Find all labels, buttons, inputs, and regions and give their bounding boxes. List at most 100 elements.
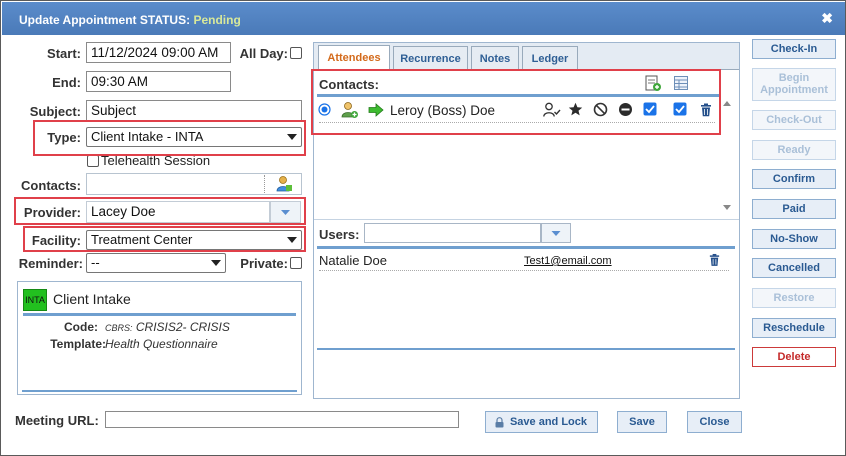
code-value: CBRS: CRISIS2- CRISIS — [105, 320, 230, 334]
star-icon[interactable] — [568, 102, 583, 117]
users-dropdown-button[interactable] — [541, 223, 571, 243]
delete-button[interactable]: Delete — [752, 347, 836, 367]
ready-button[interactable]: Ready — [752, 140, 836, 160]
close-icon[interactable]: ✖ — [821, 10, 833, 27]
contacts-divider — [264, 175, 265, 193]
type-card-title: Client Intake — [53, 291, 131, 307]
contact-row-divider — [319, 122, 715, 123]
type-detail-card: INTA Client Intake Code: CBRS: CRISIS2- … — [17, 281, 302, 395]
subject-label: Subject: — [29, 104, 81, 119]
confirm-button[interactable]: Confirm — [752, 169, 836, 189]
user-check-icon[interactable] — [543, 102, 561, 118]
telehealth-label: Telehealth Session — [101, 153, 211, 168]
contact-checkbox-1[interactable] — [643, 102, 657, 116]
private-label: Private: — [240, 256, 288, 271]
allday-checkbox[interactable] — [290, 47, 302, 59]
paid-button[interactable]: Paid — [752, 199, 836, 219]
meeting-url-label: Meeting URL: — [15, 413, 99, 428]
meeting-url-input[interactable] — [105, 411, 459, 428]
template-label: Template: — [50, 337, 106, 351]
attendees-contacts-header: Contacts: — [319, 77, 379, 92]
user-row-divider — [319, 270, 729, 271]
facility-select[interactable]: Treatment Center — [86, 230, 302, 250]
provider-dropdown-button[interactable] — [270, 201, 301, 223]
private-checkbox[interactable] — [290, 257, 302, 269]
contacts-input[interactable] — [86, 173, 302, 195]
check-out-button[interactable]: Check-Out — [752, 110, 836, 130]
reschedule-button[interactable]: Reschedule — [752, 318, 836, 338]
chevron-down-icon — [281, 210, 290, 215]
chevron-down-icon — [287, 237, 297, 243]
restore-button[interactable]: Restore — [752, 288, 836, 308]
contact-checkbox-2[interactable] — [673, 102, 687, 116]
users-input[interactable] — [364, 223, 541, 243]
add-contact-icon[interactable] — [275, 175, 293, 193]
add-note-icon[interactable] — [644, 74, 662, 92]
users-footer-line — [317, 348, 735, 350]
end-time-input[interactable]: 09:30 AM — [86, 71, 231, 92]
contact-radio[interactable] — [318, 103, 331, 116]
user-name: Natalie Doe — [319, 253, 387, 268]
remove-circle-icon[interactable] — [618, 102, 633, 117]
save-and-lock-button[interactable]: Save and Lock — [485, 411, 598, 433]
check-in-button[interactable]: Check-In — [752, 39, 836, 59]
allday-label: All Day: — [239, 46, 288, 61]
dialog-title-text: Update Appointment STATUS: — [19, 13, 191, 27]
start-label: Start: — [47, 46, 81, 61]
type-select[interactable]: Client Intake - INTA — [86, 127, 302, 147]
contacts-label: Contacts: — [21, 178, 81, 193]
cancelled-button[interactable]: Cancelled — [752, 258, 836, 278]
save-and-lock-label: Save and Lock — [509, 416, 588, 428]
contacts-header-line — [317, 94, 719, 97]
scrollbar-arrows — [723, 101, 731, 210]
dialog-titlebar: Update Appointment STATUS: Pending ✖ — [2, 2, 845, 35]
start-datetime-input[interactable]: 11/12/2024 09:00 AM — [86, 42, 231, 63]
contact-name: Leroy (Boss) Doe — [390, 103, 496, 118]
close-button[interactable]: Close — [687, 411, 742, 433]
type-card-footer-line — [22, 390, 297, 392]
block-icon[interactable] — [593, 102, 608, 117]
facility-label: Facility: — [31, 233, 81, 248]
code-label: Code: — [64, 320, 98, 334]
type-card-divider — [23, 313, 296, 316]
provider-input[interactable]: Lacey Doe — [86, 201, 270, 223]
end-label: End: — [52, 75, 81, 90]
user-email-link[interactable]: Test1@email.com — [524, 255, 612, 267]
reminder-label: Reminder: — [18, 256, 83, 271]
lock-icon — [495, 417, 504, 428]
type-label: Type: — [47, 130, 81, 145]
facility-select-value: Treatment Center — [91, 232, 193, 247]
tab-notes[interactable]: Notes — [471, 46, 519, 70]
trash-icon[interactable] — [708, 253, 721, 267]
chevron-down-icon — [211, 260, 221, 266]
contacts-scrollbar[interactable] — [720, 97, 734, 217]
telehealth-checkbox[interactable] — [87, 155, 99, 167]
dialog-title: Update Appointment STATUS: Pending — [19, 13, 241, 27]
contact-person-icon[interactable] — [341, 101, 359, 119]
users-header-line — [317, 246, 735, 249]
chevron-down-icon — [551, 231, 561, 236]
status-value: Pending — [193, 13, 241, 27]
reminder-select-value: -- — [91, 255, 100, 270]
users-label: Users: — [319, 227, 360, 242]
tab-strip-border — [314, 69, 739, 70]
type-code-badge: INTA — [23, 289, 47, 311]
subject-input[interactable]: Subject — [86, 100, 302, 121]
tab-ledger[interactable]: Ledger — [522, 46, 578, 70]
begin-appointment-button[interactable]: Begin Appointment — [752, 68, 836, 101]
template-value: Health Questionnaire — [105, 337, 218, 351]
table-view-icon[interactable] — [673, 75, 689, 91]
no-show-button[interactable]: No-Show — [752, 229, 836, 249]
tab-recurrence[interactable]: Recurrence — [393, 46, 468, 70]
users-section-divider — [314, 219, 739, 220]
provider-label: Provider: — [23, 205, 81, 220]
arrow-right-icon[interactable] — [368, 103, 384, 117]
reminder-select[interactable]: -- — [86, 253, 226, 273]
save-button[interactable]: Save — [617, 411, 667, 433]
trash-icon[interactable] — [699, 103, 713, 117]
code-text: CRISIS2- CRISIS — [135, 320, 230, 334]
type-select-value: Client Intake - INTA — [91, 129, 204, 144]
update-appointment-dialog: Update Appointment STATUS: Pending ✖ Sta… — [0, 0, 846, 456]
code-prefix: CBRS: — [105, 323, 133, 333]
tab-attendees[interactable]: Attendees — [318, 45, 390, 71]
